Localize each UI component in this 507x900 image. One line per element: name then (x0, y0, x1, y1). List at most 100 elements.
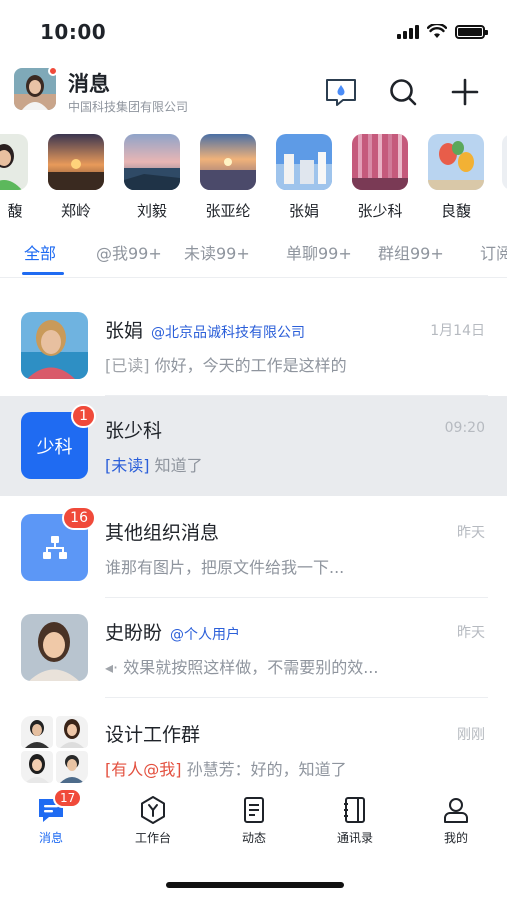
conversation-row[interactable]: 张娟 @北京品诚科技有限公司 1月14日 [已读] 你好，今天的工作是这样的 (0, 296, 507, 396)
status-time: 10:00 (40, 20, 107, 44)
header: 消息 中国科技集团有限公司 (0, 62, 507, 122)
conversation-row[interactable]: 少科 1 张少科 09:20 [未读] 知道了 (0, 396, 507, 496)
conversation-name: 设计工作群 (105, 724, 201, 746)
contact-avatar (124, 134, 180, 190)
organization-name[interactable]: 中国科技集团有限公司 (68, 98, 188, 115)
conversation-preview: [已读] 你好，今天的工作是这样的 (105, 352, 495, 376)
divider (0, 277, 507, 278)
contact-item[interactable]: 郑岭 (46, 130, 106, 221)
contact-name: 张少科 (357, 202, 403, 220)
contact-item[interactable]: 刘毅 (122, 130, 182, 221)
messages-badge: 17 (53, 788, 83, 808)
mention-tag: [有人@我] (105, 760, 182, 779)
tab-direct[interactable]: 单聊99+ (286, 240, 352, 264)
wifi-icon (427, 24, 447, 38)
conversation-title-row: 张少科 (105, 416, 162, 443)
tabbar-label: 我的 (443, 831, 468, 845)
preview-text: 效果就按照这样做，不需要别的效... (123, 658, 379, 677)
search-button[interactable] (383, 72, 423, 112)
active-tab-indicator (22, 272, 64, 275)
tabbar-item-messages[interactable]: 17 消息 (11, 788, 91, 846)
contact-item[interactable]: 良馥 (426, 130, 486, 221)
conversation-avatar: 少科 1 (21, 404, 96, 479)
conversation-preview: [有人@我] 孙慧芳：好的，知道了 (105, 756, 495, 780)
add-button[interactable] (445, 72, 485, 112)
group-avatar (21, 716, 88, 783)
message-icon: 17 (35, 788, 83, 826)
conversation-name: 张娟 (105, 320, 144, 342)
contact-name: 馥 (7, 202, 23, 220)
conversation-row[interactable]: 16 其他组织消息 昨天 谁那有图片，把原文件给我一下... (0, 498, 507, 598)
contact-avatar (352, 134, 408, 190)
conversation-preview: 谁那有图片，把原文件给我一下... (105, 554, 495, 578)
status-icons (397, 24, 488, 39)
workbench-icon (137, 794, 169, 826)
unread-badge: 1 (71, 404, 96, 428)
conversation-title-row: 张娟 @北京品诚科技有限公司 (105, 316, 305, 343)
tab-mentions[interactable]: @我99+ (96, 240, 162, 264)
read-status: [已读] (105, 356, 150, 375)
tabbar-item-workbench[interactable]: 工作台 (113, 794, 193, 846)
plus-icon (451, 78, 479, 106)
contact-name: 良馥 (440, 202, 471, 220)
group-member-avatar (21, 751, 53, 783)
group-member-avatar (56, 751, 88, 783)
home-indicator[interactable] (166, 882, 344, 888)
tabbar-item-feed[interactable]: 动态 (214, 794, 294, 846)
page-title: 消息 (68, 72, 110, 96)
tabbar-item-profile[interactable]: 我的 (416, 794, 496, 846)
tab-unread[interactable]: 未读99+ (184, 240, 250, 264)
tab-all[interactable]: 全部 (24, 240, 56, 264)
chat-bubble-icon (326, 79, 356, 106)
contact-avatar (502, 134, 507, 190)
preview-text: 你好，今天的工作是这样的 (154, 356, 347, 375)
organization-tag: @北京品诚科技有限公司 (151, 325, 306, 341)
contact-item[interactable]: 张亚纶 (198, 130, 258, 221)
unread-badge: 16 (62, 506, 96, 530)
contact-avatar (276, 134, 332, 190)
status-bar: 10:00 (0, 0, 507, 58)
contact-name: 刘毅 (136, 202, 167, 220)
contact-item[interactable]: 馥 (0, 130, 30, 221)
filter-tabs: 全部 @我99+ 未读99+ 单聊99+ 群组99+ 订阅 (0, 236, 507, 276)
conversation-time: 昨天 (457, 525, 485, 541)
conversation-avatar: 16 (21, 506, 96, 581)
contact-avatar (0, 134, 28, 190)
tabbar-label: 消息 (38, 831, 63, 845)
unread-status: [未读] (105, 456, 150, 475)
conversation-avatar (21, 614, 88, 681)
tabbar-item-contacts[interactable]: 通讯录 (315, 794, 395, 846)
contact-name: 张娟 (288, 202, 319, 220)
group-member-avatar (21, 716, 53, 748)
conversation-title-row: 其他组织消息 (105, 518, 219, 545)
conversation-name: 史盼盼 (105, 622, 163, 644)
online-status-dot (48, 66, 58, 76)
conversation-row[interactable]: 设计工作群 刚刚 [有人@我] 孙慧芳：好的，知道了 (0, 700, 507, 800)
conversation-title-row: 设计工作群 (105, 720, 200, 747)
tabbar-label: 工作台 (134, 831, 171, 845)
search-icon (390, 79, 417, 106)
divider (105, 697, 488, 698)
profile-icon (440, 794, 472, 826)
contact-item[interactable]: 张娟 (274, 130, 334, 221)
bottom-tab-bar: 17 消息 工作台 动态 通讯录 我的 (0, 788, 507, 852)
battery-icon (455, 24, 488, 39)
conversation-time: 刚刚 (457, 727, 485, 743)
feed-icon (238, 794, 270, 826)
tabbar-label: 动态 (241, 831, 266, 845)
tab-subscriptions[interactable]: 订阅 (480, 240, 507, 264)
contact-item[interactable] (500, 130, 507, 190)
conversation-time: 昨天 (457, 625, 485, 641)
contact-item[interactable]: 张少科 (350, 130, 410, 221)
organization-tag: @个人用户 (170, 627, 241, 643)
conversation-preview: [未读] 知道了 (105, 452, 495, 476)
conversation-row[interactable]: 史盼盼 @个人用户 昨天 ◂· 效果就按照这样做，不需要别的效... (0, 598, 507, 698)
conversation-name: 其他组织消息 (105, 522, 220, 544)
group-member-avatar (56, 716, 88, 748)
chat-bubble-button[interactable] (321, 72, 361, 112)
conversation-avatar (21, 312, 88, 379)
tab-groups[interactable]: 群组99+ (378, 240, 444, 264)
recent-contacts-strip: 馥 郑岭 刘毅 张亚纶 张娟 张少科 良馥 (0, 130, 507, 230)
sent-indicator-icon: ◂· (105, 658, 119, 677)
preview-text: 知道了 (154, 456, 203, 475)
